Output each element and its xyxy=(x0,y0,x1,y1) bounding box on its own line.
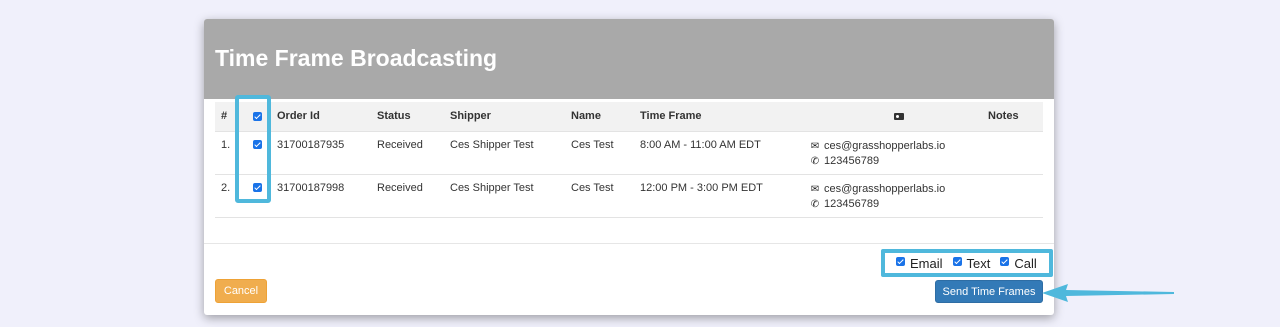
text-label: Text xyxy=(966,255,991,271)
checkbox-column-highlight xyxy=(235,95,271,203)
email-checkbox[interactable] xyxy=(896,256,905,266)
table-header-row: # Order Id Status Shipper Name Time Fram… xyxy=(215,102,1043,131)
modal-header: Time Frame Broadcasting xyxy=(204,19,1054,99)
order-id: 31700187998 xyxy=(277,181,345,194)
pointer-arrow-icon xyxy=(1042,284,1174,302)
email-line: ✉ ces@grasshopperlabs.io xyxy=(810,182,988,197)
envelope-icon: ✉ xyxy=(810,140,820,152)
email-label: Email xyxy=(910,255,943,271)
phone: 123456789 xyxy=(824,197,880,210)
phone-line: ✆ 123456789 xyxy=(810,197,988,212)
footer-divider xyxy=(204,243,1054,244)
email: ces@grasshopperlabs.io xyxy=(824,182,946,195)
header-contact xyxy=(804,102,988,131)
header-order-id: Order Id xyxy=(277,110,320,123)
name: Ces Test xyxy=(571,181,614,194)
status: Received xyxy=(377,138,423,151)
modal-title: Time Frame Broadcasting xyxy=(215,44,498,71)
send-time-frames-button[interactable]: Send Time Frames xyxy=(935,280,1043,303)
text-checkbox[interactable] xyxy=(952,256,962,266)
header-name: Name xyxy=(571,110,601,123)
call-checkbox[interactable] xyxy=(1000,256,1010,266)
notification-methods: Email Text Call xyxy=(881,249,1053,277)
notes xyxy=(988,174,1043,217)
name: Ces Test xyxy=(571,138,614,151)
orders-table-wrap: # Order Id Status Shipper Name Time Fram… xyxy=(215,102,1043,218)
header-time-frame: Time Frame xyxy=(640,110,702,123)
phone-line: ✆ 123456789 xyxy=(810,154,988,169)
contact: ✉ ces@grasshopperlabs.io ✆ 123456789 xyxy=(804,174,988,217)
email-line: ✉ ces@grasshopperlabs.io xyxy=(810,139,988,154)
method-email[interactable]: Email xyxy=(896,256,943,271)
phone-icon: ✆ xyxy=(810,198,820,210)
status: Received xyxy=(377,181,423,194)
header-status: Status xyxy=(377,110,411,123)
time-frame: 8:00 AM - 11:00 AM EDT xyxy=(640,138,761,151)
contact-card-icon xyxy=(894,112,904,120)
phone-icon: ✆ xyxy=(810,155,820,167)
header-shipper: Shipper xyxy=(450,110,491,123)
time-frame: 12:00 PM - 3:00 PM EDT xyxy=(640,181,763,194)
shipper: Ces Shipper Test xyxy=(450,138,534,151)
email: ces@grasshopperlabs.io xyxy=(824,139,946,152)
header-notes: Notes xyxy=(988,110,1019,123)
orders-table: # Order Id Status Shipper Name Time Fram… xyxy=(215,102,1043,218)
shipper: Ces Shipper Test xyxy=(450,181,534,194)
call-label: Call xyxy=(1014,255,1037,271)
order-id: 31700187935 xyxy=(277,138,345,151)
table-row: 1. 31700187935 Received Ces Shipper Test… xyxy=(215,131,1043,174)
contact: ✉ ces@grasshopperlabs.io ✆ 123456789 xyxy=(804,131,988,174)
cancel-button[interactable]: Cancel xyxy=(215,279,267,303)
method-text[interactable]: Text xyxy=(952,255,991,271)
table-row: 2. 31700187998 Received Ces Shipper Test… xyxy=(215,174,1043,217)
notes xyxy=(988,131,1043,174)
phone: 123456789 xyxy=(824,154,880,167)
envelope-icon: ✉ xyxy=(810,183,820,195)
method-call[interactable]: Call xyxy=(1000,255,1037,271)
